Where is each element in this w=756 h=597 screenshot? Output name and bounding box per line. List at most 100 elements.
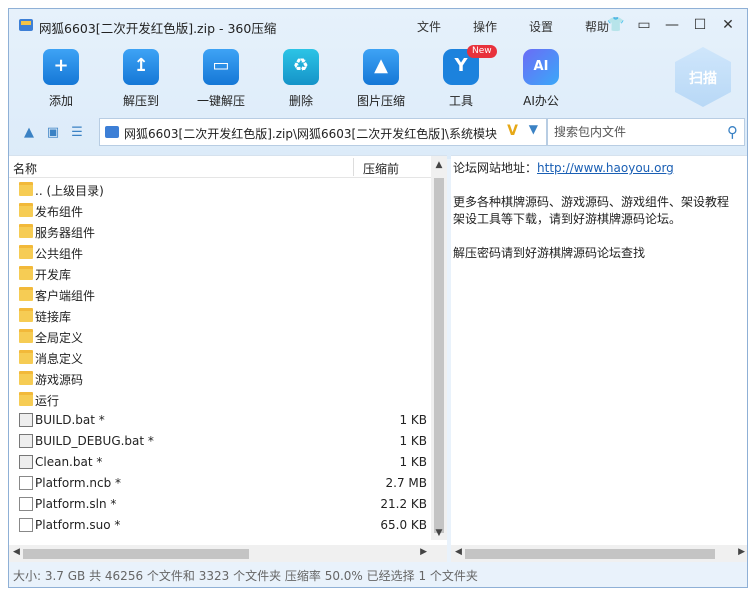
scroll-left-icon[interactable]: ◀ [13, 547, 20, 557]
file-name: BUILD_DEBUG.bat * [35, 434, 154, 448]
comment-prefix: 论坛网站地址： [453, 161, 538, 175]
hscroll-thumb[interactable] [23, 549, 249, 559]
archive-window: 网狐6603[二次开发红色版].zip - 360压缩 文件 操作 设置 帮助 … [8, 8, 748, 588]
minimize-button[interactable]: — [661, 15, 683, 35]
file-name: 消息定义 [35, 352, 84, 366]
file-row[interactable]: Platform.suo * 65.0 KB [9, 515, 431, 536]
file-row[interactable]: 客户端组件 [9, 284, 431, 305]
search-input[interactable] [554, 125, 714, 139]
comment-hscrollbar[interactable]: ◀ ▶ [451, 545, 747, 562]
window-title: 网狐6603[二次开发红色版].zip - 360压缩 [39, 21, 277, 36]
one-click-extract-icon: ▭ [203, 49, 239, 85]
scroll-right-icon[interactable]: ▶ [420, 547, 427, 557]
column-divider[interactable] [353, 158, 354, 176]
toolbar-button-delete[interactable]: ♻ 删除 [261, 47, 341, 117]
toolbar-label: 解压到 [122, 94, 159, 108]
column-compressed-size[interactable]: 压缩前 [363, 160, 399, 177]
address-path: 网狐6603[二次开发红色版].zip\网狐6603[二次开发红色版]\系统模块 [124, 127, 497, 141]
column-name[interactable]: 名称 [13, 160, 37, 177]
file-row[interactable]: Platform.ncb * 2.7 MB [9, 473, 431, 494]
scroll-left-icon[interactable]: ◀ [455, 547, 462, 557]
file-row[interactable]: 消息定义 [9, 347, 431, 368]
file-row[interactable]: 开发库 [9, 263, 431, 284]
file-size: 65.0 KB [380, 518, 427, 532]
icon-glyph: + [53, 55, 69, 76]
file-size: 2.7 MB [385, 476, 427, 490]
file-list-vscrollbar[interactable]: ▲ ▼ [431, 156, 447, 540]
file-row[interactable]: 公共组件 [9, 242, 431, 263]
comment-hscroll-thumb[interactable] [465, 549, 715, 559]
toolbar-button-add[interactable]: + 添加 [21, 47, 101, 117]
icon-glyph: Y [454, 55, 468, 76]
file-name: 开发库 [35, 268, 72, 282]
file-size: 1 KB [399, 413, 427, 427]
vscroll-thumb[interactable] [434, 178, 444, 533]
file-row[interactable]: 服务器组件 [9, 221, 431, 242]
toolbar-label: 添加 [48, 94, 73, 108]
toolbar-button-tools[interactable]: Y New 工具 [421, 45, 501, 117]
scan-button[interactable]: 扫描 [675, 47, 731, 107]
address-dropdown-button[interactable]: ▼ [529, 122, 538, 136]
folder-icon [19, 329, 33, 343]
folder-icon [19, 308, 33, 322]
comment-line: 更多各种棋牌源码、游戏源码、游戏组件、架设教程 [453, 195, 730, 209]
view-icon[interactable]: ▣ [43, 125, 63, 140]
toolbar-label: AI办公 [523, 94, 559, 108]
file-row[interactable]: 发布组件 [9, 200, 431, 221]
toolbar-button-ai-office[interactable]: AI AI办公 [501, 47, 581, 117]
skin-icon[interactable]: 👕 [605, 15, 627, 35]
up-arrow-icon[interactable]: ▲ [19, 125, 39, 140]
toolbar: + 添加 ↥ 解压到 ▭ 一键解压 ♻ 删除 ▲ 图片压缩 Y New 工具 AI AI办公 [21, 45, 581, 117]
file-name: Platform.ncb * [35, 476, 122, 490]
file-icon [19, 497, 33, 511]
search-icon[interactable]: ⚲ [727, 123, 738, 141]
file-row[interactable]: BUILD.bat * 1 KB [9, 410, 431, 431]
batch-file-icon [19, 455, 33, 469]
archive-comment: 论坛网站地址：http://www.haoyou.org 更多各种棋牌源码、游戏… [453, 160, 747, 540]
toolbar-button-image-compress[interactable]: ▲ 图片压缩 [341, 47, 421, 117]
menu-settings[interactable]: 设置 [513, 18, 569, 35]
list-icon[interactable]: ☰ [67, 125, 87, 140]
toolbar-button-one-click-extract[interactable]: ▭ 一键解压 [181, 47, 261, 117]
file-size: 1 KB [399, 434, 427, 448]
menu-operation[interactable]: 操作 [457, 18, 513, 35]
toolbar-label: 工具 [448, 94, 473, 108]
file-row[interactable]: Platform.sln * 21.2 KB [9, 494, 431, 515]
file-icon [19, 476, 33, 490]
scroll-right-icon[interactable]: ▶ [738, 547, 745, 557]
toolbar-button-extract-to[interactable]: ↥ 解压到 [101, 47, 181, 117]
folder-icon [19, 287, 33, 301]
file-list-hscrollbar[interactable]: ◀ ▶ [9, 545, 447, 562]
file-name: .. (上级目录) [35, 184, 104, 198]
message-icon[interactable]: ▭ [633, 15, 655, 35]
file-row[interactable]: 游戏源码 [9, 368, 431, 389]
file-name: BUILD.bat * [35, 413, 105, 427]
archive-comment-panel: 论坛网站地址：http://www.haoyou.org 更多各种棋牌源码、游戏… [451, 155, 747, 562]
scroll-down-icon[interactable]: ▼ [431, 528, 447, 538]
file-row[interactable]: 链接库 [9, 305, 431, 326]
file-name: 游戏源码 [35, 373, 84, 387]
file-name: 发布组件 [35, 205, 84, 219]
toolbar-label: 图片压缩 [356, 94, 405, 108]
file-row[interactable]: 全局定义 [9, 326, 431, 347]
file-name: 服务器组件 [35, 226, 96, 240]
maximize-button[interactable]: ☐ [689, 15, 711, 35]
status-bar: 大小: 3.7 GB 共 46256 个文件和 3323 个文件夹 压缩率 50… [13, 569, 478, 583]
address-bar[interactable]: 网狐6603[二次开发红色版].zip\网狐6603[二次开发红色版]\系统模块… [99, 118, 547, 146]
file-row[interactable]: BUILD_DEBUG.bat * 1 KB [9, 431, 431, 452]
file-row[interactable]: 运行 [9, 389, 431, 410]
file-row[interactable]: .. (上级目录) [9, 179, 431, 200]
column-header: 名称 压缩前 [9, 156, 447, 178]
app-zip-icon [19, 19, 33, 31]
comment-line: 架设工具等下载，请到好游棋牌源码论坛。 [453, 212, 682, 226]
icon-glyph: ▲ [374, 55, 388, 76]
verified-icon: V [507, 123, 518, 139]
file-row[interactable]: Clean.bat * 1 KB [9, 452, 431, 473]
image-compress-icon: ▲ [363, 49, 399, 85]
close-button[interactable]: ✕ [717, 15, 739, 35]
file-name: Platform.sln * [35, 497, 117, 511]
menu-file[interactable]: 文件 [401, 18, 457, 35]
scroll-up-icon[interactable]: ▲ [431, 160, 447, 170]
new-badge: New [467, 45, 497, 58]
forum-link[interactable]: http://www.haoyou.org [537, 161, 674, 175]
